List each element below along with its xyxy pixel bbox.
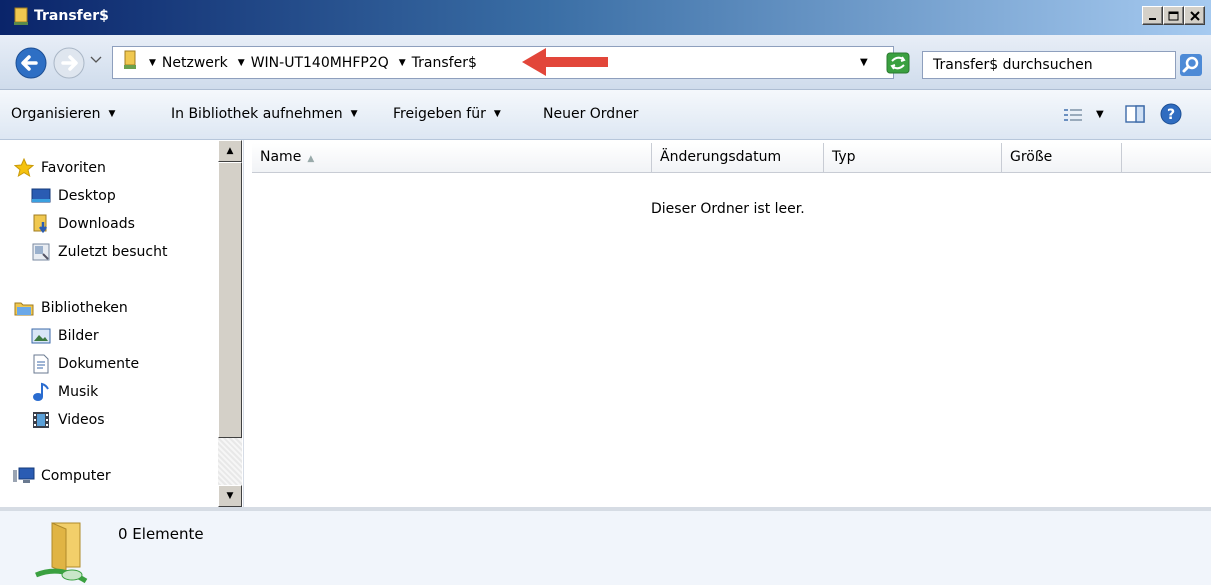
maximize-button[interactable] bbox=[1163, 6, 1184, 25]
annotation-arrow-icon bbox=[520, 40, 612, 88]
back-arrow-icon bbox=[15, 47, 47, 79]
help-icon: ? bbox=[1160, 103, 1182, 125]
search-button[interactable] bbox=[1176, 51, 1206, 79]
nav-item-recent[interactable]: Zuletzt besucht bbox=[30, 242, 167, 262]
details-pane: 0 Elemente bbox=[0, 507, 1211, 585]
forward-button[interactable] bbox=[52, 46, 88, 84]
share-with-menu[interactable]: Freigeben für ▼ bbox=[393, 106, 501, 122]
details-view-icon bbox=[1064, 109, 1082, 121]
recent-places-icon bbox=[30, 242, 52, 262]
scroll-thumb[interactable] bbox=[218, 162, 242, 438]
navigation-scrollbar[interactable]: ▲ ▼ bbox=[218, 140, 242, 507]
navigation-pane: Favoriten Desktop Downloads Zuletzt besu… bbox=[0, 140, 218, 507]
scroll-down-button[interactable]: ▼ bbox=[218, 485, 242, 507]
recent-pages-button[interactable] bbox=[90, 54, 102, 69]
nav-item-documents[interactable]: Dokumente bbox=[30, 354, 139, 374]
include-library-menu[interactable]: In Bibliothek aufnehmen ▼ bbox=[171, 106, 358, 122]
downloads-folder-icon bbox=[30, 214, 52, 234]
svg-text:?: ? bbox=[1167, 107, 1175, 123]
column-header-filler bbox=[1122, 143, 1211, 173]
address-bar: ▼ Netzwerk ▼ WIN-UT140MHFP2Q ▼ Transfer$ ▼ … bbox=[0, 35, 1211, 90]
file-list[interactable]: Name ▲ Änderungsdatum Typ Größe Dieser Or… bbox=[243, 140, 1211, 507]
caption-buttons bbox=[1142, 6, 1205, 25]
sort-ascending-icon: ▲ bbox=[307, 154, 315, 164]
minimize-icon bbox=[1148, 17, 1156, 20]
network-share-icon bbox=[121, 50, 139, 76]
column-header-size[interactable]: Größe bbox=[1002, 143, 1122, 173]
computer-icon bbox=[13, 466, 35, 486]
breadcrumb-server[interactable]: ▼ WIN-UT140MHFP2Q bbox=[238, 55, 389, 71]
documents-icon bbox=[30, 354, 52, 374]
nav-item-downloads[interactable]: Downloads bbox=[30, 214, 135, 234]
nav-item-desktop[interactable]: Desktop bbox=[30, 186, 116, 206]
nav-item-videos[interactable]: Videos bbox=[30, 410, 105, 430]
maximize-icon bbox=[1168, 11, 1179, 20]
address-dropdown-button[interactable]: ▼ bbox=[860, 57, 868, 68]
item-count: 0 Elemente bbox=[118, 525, 204, 543]
close-button[interactable] bbox=[1184, 6, 1205, 25]
search-icon bbox=[1180, 54, 1202, 76]
column-header-name[interactable]: Name ▲ bbox=[252, 143, 652, 173]
nav-item-computer[interactable]: Computer bbox=[13, 466, 111, 486]
libraries-icon bbox=[13, 298, 35, 318]
chevron-down-icon bbox=[90, 56, 102, 63]
address-field[interactable]: ▼ Netzwerk ▼ WIN-UT140MHFP2Q ▼ Transfer$ bbox=[112, 46, 894, 79]
refresh-button[interactable] bbox=[882, 51, 914, 75]
close-icon bbox=[1189, 10, 1200, 21]
nav-item-favorites[interactable]: Favoriten bbox=[13, 158, 106, 178]
nav-item-pictures[interactable]: Bilder bbox=[30, 326, 99, 346]
view-options-button[interactable] bbox=[1064, 108, 1082, 126]
new-folder-button[interactable]: Neuer Ordner bbox=[543, 106, 638, 122]
video-film-icon bbox=[30, 410, 52, 430]
command-bar: Organisieren ▼ In Bibliothek aufnehmen ▼ F… bbox=[0, 90, 1211, 140]
view-options-dropdown[interactable]: ▼ bbox=[1096, 109, 1104, 120]
help-button[interactable]: ? bbox=[1160, 103, 1182, 129]
breadcrumb-netzwerk[interactable]: ▼ Netzwerk bbox=[149, 55, 228, 71]
window-title: Transfer$ bbox=[34, 8, 109, 24]
music-note-icon bbox=[30, 382, 52, 402]
preview-pane-button[interactable] bbox=[1125, 105, 1145, 127]
organize-menu[interactable]: Organisieren ▼ bbox=[11, 106, 115, 122]
scroll-up-button[interactable]: ▲ bbox=[218, 140, 242, 162]
column-header-date[interactable]: Änderungsdatum bbox=[652, 143, 824, 173]
network-share-icon bbox=[30, 519, 96, 585]
title-bar[interactable]: Transfer$ bbox=[0, 0, 1211, 35]
minimize-button[interactable] bbox=[1142, 6, 1163, 25]
breadcrumb-share[interactable]: ▼ Transfer$ bbox=[399, 55, 477, 71]
pictures-icon bbox=[30, 326, 52, 346]
back-button[interactable] bbox=[14, 46, 50, 84]
refresh-icon bbox=[886, 52, 910, 74]
nav-item-music[interactable]: Musik bbox=[30, 382, 98, 402]
column-header-type[interactable]: Typ bbox=[824, 143, 1002, 173]
star-icon bbox=[13, 158, 35, 178]
empty-folder-message: Dieser Ordner ist leer. bbox=[651, 201, 805, 217]
forward-arrow-icon bbox=[53, 47, 85, 79]
search-input[interactable]: Transfer$ durchsuchen bbox=[922, 51, 1176, 79]
network-share-icon bbox=[12, 7, 30, 31]
preview-pane-icon bbox=[1125, 105, 1145, 123]
nav-item-libraries[interactable]: Bibliotheken bbox=[13, 298, 128, 318]
desktop-icon bbox=[30, 186, 52, 206]
